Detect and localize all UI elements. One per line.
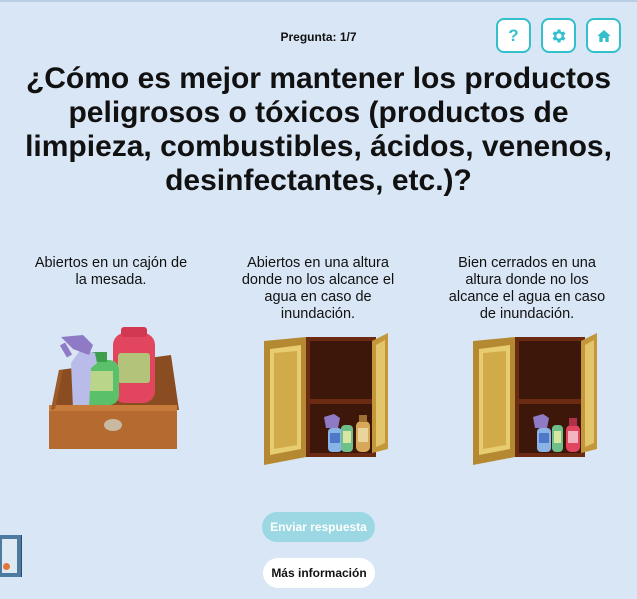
cabinet-image	[264, 333, 388, 465]
home-icon	[596, 29, 611, 42]
gear-icon	[552, 28, 565, 43]
home-button[interactable]	[586, 18, 621, 53]
answer-option-1[interactable]: Abiertos en un cajón de la mesada.	[31, 255, 191, 450]
thumbnail-badge	[3, 563, 10, 570]
settings-button[interactable]	[541, 18, 576, 53]
option-label: Abiertos en una altura donde no los alca…	[241, 255, 395, 322]
option-label: Abiertos en un cajón de la mesada.	[34, 255, 188, 288]
cabinet-closed-bottles-image	[473, 333, 597, 465]
answer-option-3[interactable]: Bien cerrados en una altura donde no los…	[447, 255, 607, 465]
answer-option-2[interactable]: Abiertos en una altura donde no los alca…	[238, 255, 398, 465]
help-icon: ?	[508, 25, 519, 45]
question-text: ¿Cómo es mejor mantener los productos pe…	[25, 62, 612, 197]
submit-answer-button[interactable]: Enviar respuesta	[262, 512, 375, 542]
option-label: Bien cerrados en una altura donde no los…	[448, 255, 606, 322]
side-thumbnail[interactable]	[0, 535, 22, 577]
more-info-button[interactable]: Más información	[263, 558, 375, 588]
drawer-image	[49, 327, 179, 449]
help-button[interactable]: ?	[496, 18, 531, 53]
